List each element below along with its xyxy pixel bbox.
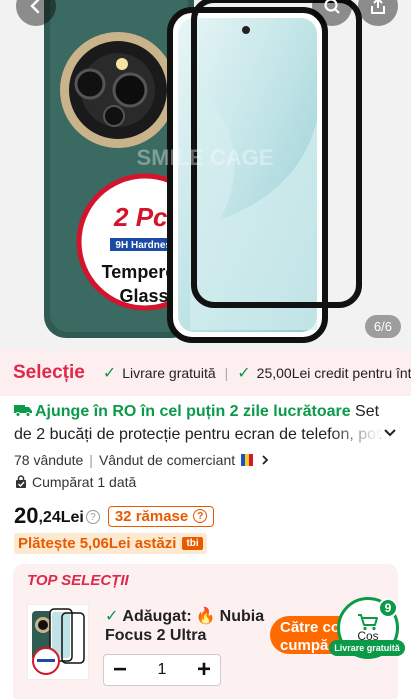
perk-label: Livrare gratuită bbox=[122, 365, 216, 381]
quantity-stepper: − 1 + bbox=[103, 654, 221, 686]
stock-info-icon: ? bbox=[193, 509, 208, 523]
price-integer: 20 bbox=[14, 503, 39, 528]
flag-icon bbox=[241, 453, 255, 467]
top-selection-title: TOP SELECȚII bbox=[27, 572, 129, 589]
added-label: ✓ Adăugat: 🔥 Nubia bbox=[105, 608, 265, 625]
increment-button[interactable]: + bbox=[188, 655, 220, 685]
badge-line2: Glass bbox=[119, 286, 168, 306]
tbi-logo: tbi bbox=[182, 537, 203, 550]
decrement-button[interactable]: − bbox=[104, 655, 136, 685]
bought-info: Cumpărat 1 dată bbox=[14, 474, 136, 490]
watermark: SMILE CAGE bbox=[137, 145, 274, 170]
perk-label: 25,00Lei credit pentru întâ bbox=[256, 365, 411, 381]
free-shipping-pill: Livrare gratuită bbox=[329, 640, 405, 656]
brand-name: Nubia bbox=[219, 608, 265, 625]
truck-icon bbox=[14, 405, 32, 417]
chevron-right-icon[interactable] bbox=[259, 454, 271, 466]
price-decimal: ,24Lei bbox=[38, 509, 84, 526]
chevron-left-icon bbox=[30, 0, 40, 14]
installment-text: Plătește 5,06Lei astăzi bbox=[18, 535, 177, 552]
choice-title: Selecție bbox=[13, 362, 85, 383]
shipping-info: Ajunge în RO în cel puțin 2 zile lucrăto… bbox=[14, 403, 351, 420]
installment-banner[interactable]: Plătește 5,06Lei astăzi tbi bbox=[14, 533, 207, 554]
image-page-counter: 6/6 bbox=[364, 315, 401, 338]
quantity-value[interactable]: 1 bbox=[158, 661, 167, 679]
check-icon: ✓ bbox=[102, 365, 117, 382]
cart-count-badge: 9 bbox=[378, 598, 398, 618]
sold-count: 78 vândute bbox=[14, 452, 84, 468]
choice-strip[interactable]: Selecție ✓ Livrare gratuită | ✓ 25,00Lei… bbox=[0, 350, 411, 396]
bought-text: Cumpărat 1 dată bbox=[32, 474, 137, 490]
stock-text: 32 rămase bbox=[114, 507, 189, 525]
product-image-gallery[interactable]: 2 Pcs 9H Hardness Tempered Glass SMILE C… bbox=[0, 0, 411, 350]
perk-credit: ✓ 25,00Lei credit pentru întâ bbox=[237, 363, 411, 383]
seller-link[interactable]: Vândut de comerciant bbox=[99, 452, 235, 468]
price-info-icon[interactable]: ? bbox=[85, 510, 100, 524]
product-image: 2 Pcs 9H Hardness Tempered Glass SMILE C… bbox=[44, 0, 362, 343]
share-icon bbox=[371, 0, 385, 14]
price-row: 20 ,24Lei ? 32 rămase ? bbox=[14, 503, 215, 529]
fire-icon: 🔥 bbox=[195, 608, 216, 625]
model-name: Focus 2 Ultra bbox=[105, 627, 207, 644]
shipping-text: Ajunge în RO în cel puțin 2 zile lucrăto… bbox=[35, 403, 351, 420]
bag-icon bbox=[16, 475, 26, 488]
product-title[interactable]: Ajunge în RO în cel puțin 2 zile lucrăto… bbox=[14, 400, 384, 446]
product-thumbnail[interactable] bbox=[27, 604, 89, 680]
perk-free-shipping: ✓ Livrare gratuită bbox=[103, 363, 216, 383]
search-icon bbox=[324, 0, 340, 14]
divider: | bbox=[224, 365, 229, 381]
stock-badge[interactable]: 32 rămase ? bbox=[107, 505, 215, 527]
check-icon: ✓ bbox=[105, 608, 119, 625]
sales-meta: 78 vândute | Vândut de comerciant bbox=[14, 452, 271, 468]
chevron-down-icon[interactable] bbox=[382, 424, 398, 440]
check-icon: ✓ bbox=[237, 365, 251, 382]
